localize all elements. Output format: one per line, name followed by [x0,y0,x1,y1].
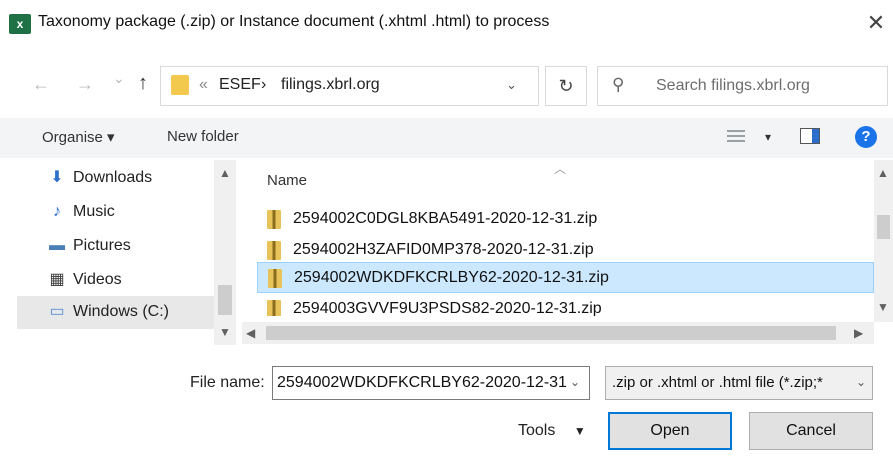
scroll-thumb[interactable] [877,215,890,239]
search-box[interactable]: ⚲ Search filings.xbrl.org [597,66,888,106]
file-row[interactable]: 2594002C0DGL8KBA5491-2020-12-31.zip [257,204,874,235]
nav-scrollbar[interactable]: ▲ ▼ [214,160,236,345]
nav-item-windows-c[interactable]: ▭ Windows (C:) [17,296,235,329]
nav-item-label: Pictures [73,237,131,254]
file-name-label: File name: [190,374,265,391]
tools-label: Tools [518,422,556,439]
scroll-down-arrow[interactable]: ▼ [219,325,231,339]
breadcrumb-separator[interactable]: › [261,76,266,94]
breadcrumb-filings[interactable]: filings.xbrl.org [281,76,380,94]
nav-item-music[interactable]: ♪ Music [17,196,235,229]
back-button[interactable]: ← [32,74,50,95]
forward-button[interactable]: → [76,74,94,95]
recent-locations-button[interactable]: ⌄ [113,70,125,87]
help-button[interactable]: ? [855,126,877,148]
view-menu-chevron[interactable]: ▾ [765,130,771,144]
scroll-up-arrow[interactable]: ▲ [219,166,231,180]
zip-file-icon [267,241,281,260]
nav-item-downloads[interactable]: ⬇ Downloads [17,162,235,195]
refresh-button[interactable]: ↻ [545,66,587,106]
close-button[interactable]: ✕ [861,8,891,38]
file-name: 2594003GVVF9U3PSDS82-2020-12-31.zip [293,300,602,316]
breadcrumb-esef[interactable]: ESEF [219,76,261,94]
file-name: 2594002C0DGL8KBA5491-2020-12-31.zip [293,210,598,227]
nav-item-label: Downloads [73,169,153,186]
excel-app-icon: x [9,14,31,34]
file-type-select[interactable]: .zip or .xhtml or .html file (*.zip;* ⌄ [605,366,873,400]
address-bar[interactable]: « ESEF › filings.xbrl.org ⌄ [160,66,539,106]
zip-file-icon [267,210,281,229]
drive-icon: ▭ [49,303,65,320]
nav-item-label: Windows (C:) [73,303,170,320]
sort-ascending-icon: ︿ [554,162,567,176]
file-name-field[interactable]: 2594002WDKDFKCRLBY62-2020-12-31 ⌄ [272,366,590,400]
nav-item-label: Music [73,203,115,220]
zip-file-icon [267,300,281,316]
file-row-selected[interactable]: 2594002WDKDFKCRLBY62-2020-12-31.zip [257,262,874,293]
dialog-title: Taxonomy package (.zip) or Instance docu… [38,13,550,30]
folder-icon [171,75,189,95]
search-placeholder[interactable]: Search filings.xbrl.org [656,77,810,95]
scroll-up-arrow[interactable]: ▲ [877,166,889,180]
file-name: 2594002H3ZAFID0MP378-2020-12-31.zip [293,241,594,258]
navigation-pane: ⬇ Downloads ♪ Music ▬ Pictures ▦ Videos … [17,160,237,330]
files-horizontal-scrollbar[interactable]: ◀ ▶ [242,322,874,344]
up-button[interactable]: ↑ [138,72,148,95]
address-dropdown-button[interactable]: ⌄ [506,77,517,93]
breadcrumb-overflow[interactable]: « [199,76,208,94]
nav-item-label: Videos [73,271,122,288]
pictures-icon: ▬ [49,237,65,254]
cancel-button[interactable]: Cancel [749,412,873,450]
file-row[interactable]: 2594003GVVF9U3PSDS82-2020-12-31.zip [257,294,874,316]
nav-item-videos[interactable]: ▦ Videos [17,264,235,297]
music-icon: ♪ [53,203,61,220]
open-button[interactable]: Open [608,412,732,450]
file-list: ︿ Name 2594002C0DGL8KBA5491-2020-12-31.z… [242,160,874,316]
file-name: 2594002WDKDFKCRLBY62-2020-12-31.zip [294,269,609,286]
chevron-down-icon[interactable]: ⌄ [856,375,866,389]
chevron-down-icon[interactable]: ⌄ [570,375,580,389]
new-folder-button[interactable]: New folder [167,128,239,145]
scroll-down-arrow[interactable]: ▼ [877,300,889,314]
file-name-value[interactable]: 2594002WDKDFKCRLBY62-2020-12-31 [277,374,567,392]
title-bar: x Taxonomy package (.zip) or Instance do… [0,0,893,56]
file-type-value[interactable]: .zip or .xhtml or .html file (*.zip;* [612,374,850,391]
scroll-thumb[interactable] [218,285,232,315]
command-bar: Organise ▾ New folder ▾ ? [0,118,893,158]
download-icon: ⬇ [50,169,64,186]
caret-down-icon: ▼ [573,424,586,438]
organise-button[interactable]: Organise ▾ [42,128,115,146]
files-vertical-scrollbar[interactable]: ▲ ▼ [874,160,893,322]
column-header-name[interactable]: Name [267,172,307,189]
zip-file-icon [268,269,282,288]
preview-pane-icon[interactable] [800,128,820,144]
scroll-right-arrow[interactable]: ▶ [854,326,863,340]
scroll-thumb[interactable] [266,326,836,340]
videos-icon: ▦ [49,271,65,288]
search-icon: ⚲ [612,75,625,94]
view-options-icon[interactable] [727,127,745,145]
nav-item-pictures[interactable]: ▬ Pictures [17,230,235,263]
tools-button[interactable]: Tools ▼ [518,422,586,440]
scroll-left-arrow[interactable]: ◀ [246,326,255,340]
